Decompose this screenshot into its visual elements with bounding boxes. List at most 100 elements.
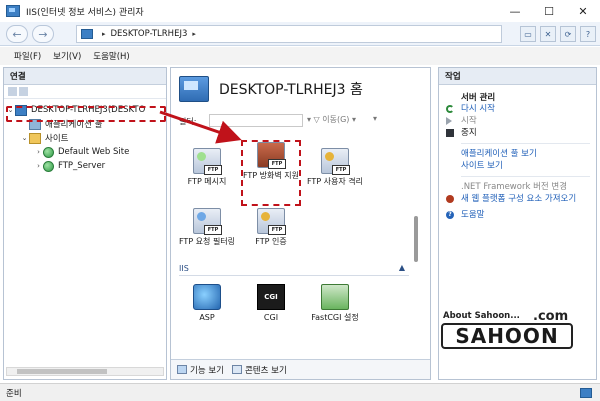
connections-toolbar [4,85,166,99]
sites-folder-icon [29,132,41,144]
action-label: 중지 [461,128,477,138]
menu-help[interactable]: 도움말(H) [93,50,129,62]
status-bar: 준비 [0,383,600,401]
action-label: 도움말 [461,210,485,220]
server-home-icon [179,76,209,102]
window-title: IIS(인터넷 정보 서비스) 관리자 [26,7,144,18]
action-help[interactable]: ? 도움말 [439,209,596,221]
web-platform-icon [446,195,454,203]
forward-button[interactable]: → [32,25,54,43]
connections-panel: 연결 ⌄ DESKTOP-TLRHEJ3(DESKTO 애플리케이션 풀 ⌄ 사… [3,67,167,380]
path-separator[interactable]: ▸ [192,30,196,38]
tree-item-default-web-site[interactable]: › Default Web Site [4,145,166,159]
feature-cgi[interactable]: CGI CGI [241,284,301,323]
menu-file[interactable]: 파일(F) [14,50,41,62]
watermark-com: .com [533,309,569,324]
server-status-icon [580,388,592,398]
feature-label: FTP 메시지 [187,177,227,186]
menu-view[interactable]: 보기(V) [53,50,81,62]
group-label: IIS [179,264,189,273]
features-panel: DESKTOP-TLRHEJ3 홈 필터: ▾ ▽ 이동(G) ▾ ▾ FTP … [170,67,431,380]
ftp-user-isolation-icon: FTP [321,148,350,175]
ftp-messages-icon: FTP [193,148,222,175]
vertical-scrollbar[interactable] [413,130,420,356]
home-header: DESKTOP-TLRHEJ3 홈 [171,68,430,110]
back-button[interactable]: ← [6,25,28,43]
collapse-caret-icon[interactable]: ▲ [399,263,405,272]
group-header-iis[interactable]: IIS ▲ [179,263,409,276]
maximize-button[interactable]: ☐ [532,0,566,22]
tab-label: 콘텐츠 보기 [244,365,287,376]
menu-bar: 파일(F) 보기(V) 도움말(H) [0,47,600,65]
action-change-net-framework[interactable]: .NET Framework 버전 변경 [439,181,596,193]
add-connection-icon[interactable] [19,87,28,96]
action-label: 다시 시작 [461,104,495,114]
tab-label: 기능 보기 [190,365,224,376]
help-dropdown-icon[interactable]: ? [580,26,596,42]
sahoon-watermark: About Sahoon... .com SAHOON [441,309,581,357]
save-connection-icon[interactable] [8,87,17,96]
iis-app-icon [6,5,20,17]
go-button[interactable]: ▾ ▽ 이동(G) ▾ [307,114,356,125]
feature-ftp-request-filtering[interactable]: FTP FTP 요청 필터링 [177,208,237,247]
start-icon [446,117,454,125]
actions-title: 작업 [439,68,596,85]
scroll-thumb[interactable] [414,216,418,262]
action-label: 새 웹 플랫폼 구성 요소 가져오기 [461,194,577,204]
horizontal-scrollbar[interactable] [6,367,164,376]
feature-label: FTP 사용자 격리 [306,177,364,186]
toolbar-divider: ▾ [373,114,378,123]
action-start: 시작 [439,115,596,127]
feature-label: ASP [199,313,215,322]
address-path[interactable]: ▸ DESKTOP-TLRHEJ3 ▸ [76,25,502,43]
globe-icon [43,146,54,158]
stop-icon [446,129,454,137]
tree-item-label: 사이트 [45,134,69,144]
feature-asp[interactable]: ASP [177,284,237,323]
feature-fastcgi[interactable]: FastCGI 설정 [293,284,377,323]
stop-nav-icon[interactable]: ✕ [540,26,556,42]
tree-item-label: FTP_Server [58,161,106,171]
tree-item-sites[interactable]: ⌄ 사이트 [4,131,166,145]
expand-chevron-icon[interactable]: ⌄ [20,134,29,142]
cgi-icon: CGI [257,284,285,310]
ftp-firewall-highlight [241,140,301,206]
filter-input[interactable] [209,114,303,127]
breadcrumb-server[interactable]: DESKTOP-TLRHEJ3 [111,29,188,39]
action-restart[interactable]: 다시 시작 [439,103,596,115]
feature-label: CGI [263,313,279,322]
feature-ftp-messages[interactable]: FTP FTP 메시지 [177,148,237,187]
feature-label: FTP 인증 [255,237,287,246]
action-view-sites[interactable]: 사이트 보기 [439,160,596,172]
close-button[interactable]: ✕ [566,0,600,22]
server-management-heading: 서버 관리 [461,93,496,103]
tree-item-ftp-server[interactable]: › FTP_Server [4,159,166,173]
feature-ftp-authentication[interactable]: FTP FTP 인증 [241,208,301,247]
title-bar: IIS(인터넷 정보 서비스) 관리자 — ☐ ✕ [0,0,600,22]
expand-chevron-icon[interactable]: › [34,162,43,170]
ftp-request-filtering-icon: FTP [193,208,222,235]
feature-label: FastCGI 설정 [311,313,359,322]
globe-icon [43,160,54,172]
action-stop[interactable]: 중지 [439,127,596,139]
server-node-highlight [6,106,166,122]
connect-icon[interactable]: ▭ [520,26,536,42]
action-get-web-platform[interactable]: 새 웹 플랫폼 구성 요소 가져오기 [439,193,596,205]
tab-features-view[interactable]: 기능 보기 [177,364,224,376]
filter-bar: 필터: ▾ ▽ 이동(G) ▾ ▾ [179,114,425,128]
scroll-thumb[interactable] [17,369,107,374]
action-view-app-pools[interactable]: 애플리케이션 풀 보기 [439,148,596,160]
features-view-icon [177,365,187,374]
watermark-top: About Sahoon... [443,311,520,321]
page-title: DESKTOP-TLRHEJ3 홈 [219,82,363,98]
expand-chevron-icon[interactable]: › [34,148,43,156]
minimize-button[interactable]: — [498,0,532,22]
content-view-icon [231,365,242,374]
feature-ftp-user-isolation[interactable]: FTP FTP 사용자 격리 [305,148,365,187]
divider [461,143,590,144]
tab-content-view[interactable]: 콘텐츠 보기 [231,364,287,376]
refresh-icon[interactable]: ⟳ [560,26,576,42]
action-label: 시작 [461,116,477,126]
tree-item-label: Default Web Site [58,147,130,157]
fastcgi-icon [321,284,349,310]
